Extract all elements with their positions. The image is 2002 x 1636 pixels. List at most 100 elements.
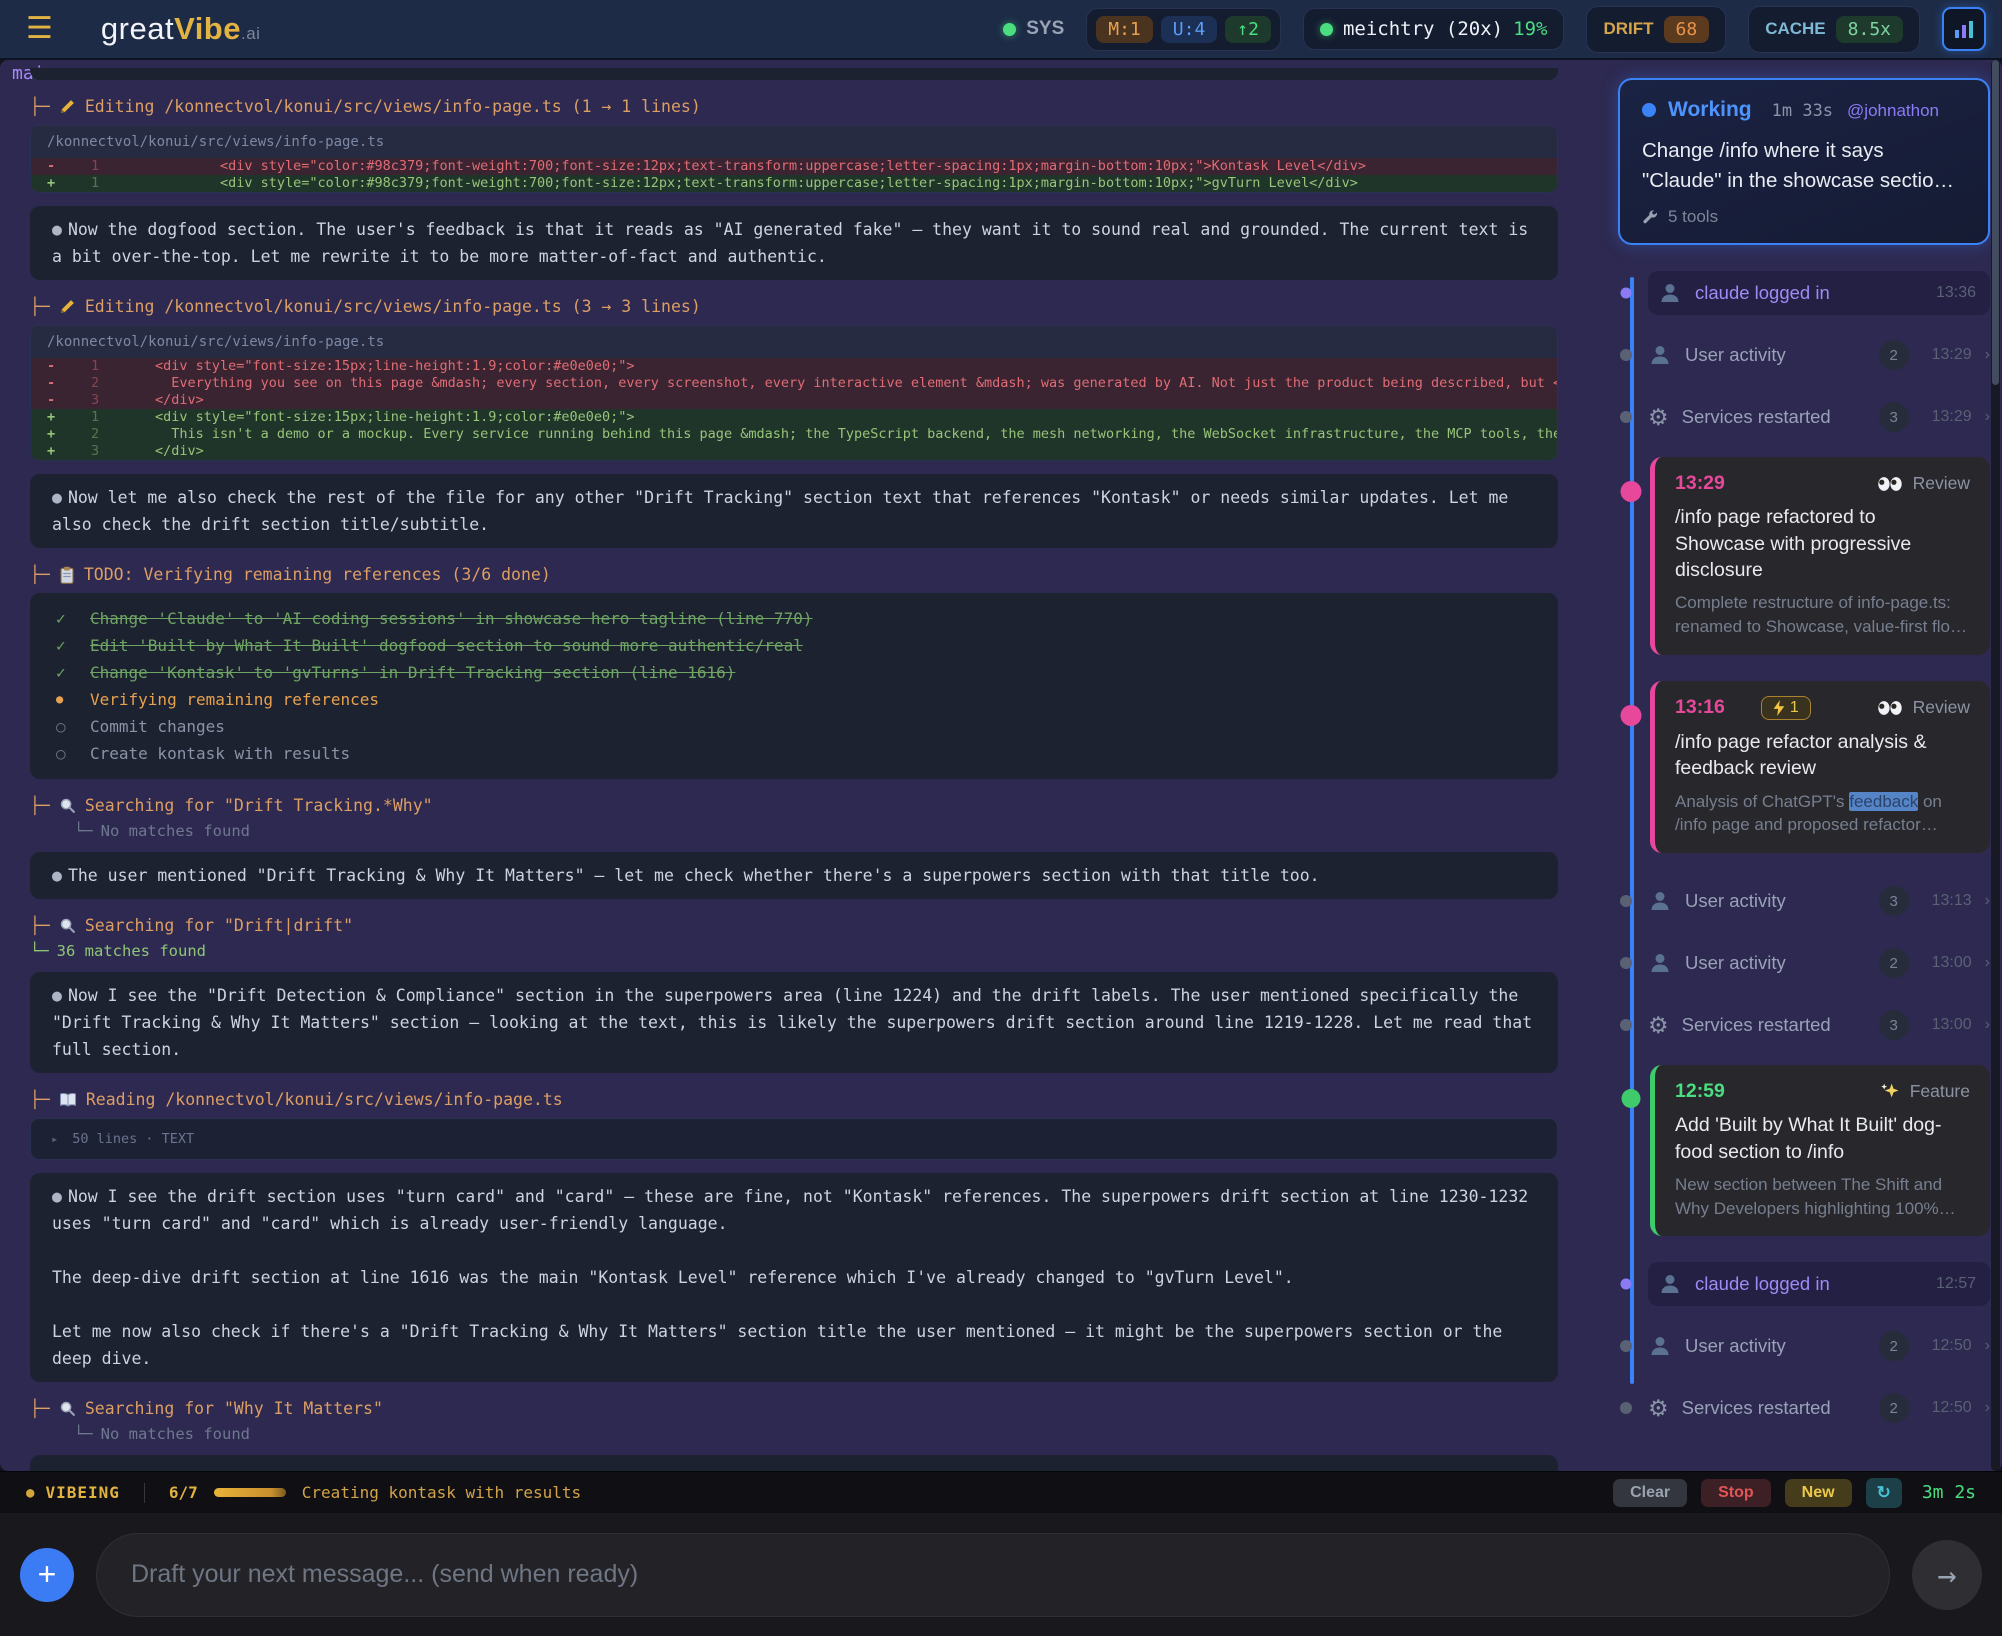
event-user-activity[interactable]: User activity 2 13:00 › <box>1648 941 1990 985</box>
eyes-icon <box>1877 476 1903 492</box>
tool-header-edit-1[interactable]: ├─ Editing /konnectvol/konui/src/views/i… <box>30 97 1558 116</box>
person-icon <box>1648 951 1672 975</box>
person-icon <box>1648 1334 1672 1358</box>
todo-text: Create kontask with results <box>90 740 350 767</box>
search-header-2[interactable]: ├─ Searching for "Drift|drift" <box>30 916 1558 935</box>
event-count-badge: 2 <box>1879 1331 1909 1361</box>
eyes-icon <box>1877 700 1903 716</box>
event-card-title: /info page refactored to Showcase with p… <box>1675 504 1970 583</box>
divider <box>144 1483 145 1503</box>
paragraph-gap <box>52 1237 1536 1264</box>
reading-header[interactable]: ├─ Reading /konnectvol/konui/src/views/i… <box>30 1090 1558 1109</box>
timeline-dot <box>1622 1089 1641 1108</box>
drift-value: 68 <box>1664 16 1710 43</box>
cache-chip[interactable]: CACHE 8.5x <box>1748 6 1920 53</box>
refresh-button[interactable]: ↻ <box>1866 1478 1902 1508</box>
search-icon <box>59 797 76 814</box>
step-counter: 6/7 <box>169 1483 198 1502</box>
todo-text: Change 'Claude' to 'AI coding sessions' … <box>90 605 812 632</box>
diff-block-1: /konnectvol/konui/src/views/info-page.ts… <box>30 125 1558 193</box>
drift-chip[interactable]: DRIFT 68 <box>1586 6 1726 53</box>
chevron-right-icon: › <box>1985 1337 1990 1355</box>
branch-pill-group[interactable]: main M:1 U:4 ↑2 <box>1086 8 1281 51</box>
current-task-label: Creating kontask with results <box>302 1483 581 1502</box>
search-header-1[interactable]: ├─ Searching for "Drift Tracking.*Why" <box>30 796 1558 815</box>
tool-header-edit-2[interactable]: ├─ Editing /konnectvol/konui/src/views/i… <box>30 297 1558 316</box>
event-card-tag: Review <box>1913 473 1970 494</box>
message-bullet: ● <box>52 488 62 507</box>
diff-row: -1 <div style="color:#98c379;font-weight… <box>31 158 1557 175</box>
chart-panel-button[interactable] <box>1942 7 1986 51</box>
event-claude-login[interactable]: claude logged in 13:36 <box>1648 271 1990 315</box>
add-attachment-button[interactable]: + <box>20 1548 74 1602</box>
assistant-message: ●Now the dogfood section. The user's fee… <box>30 206 1558 280</box>
diff-text: </div> <box>155 443 1557 460</box>
vibeing-label: VIBEING <box>45 1483 119 1502</box>
chevron-right-icon: › <box>1985 954 1990 972</box>
logo-part1: great <box>101 11 174 46</box>
up-count-pill[interactable]: ↑2 <box>1225 16 1271 43</box>
todo-item-done: ✓Edit 'Built by What It Built' dogfood s… <box>56 632 1532 659</box>
tool-header-label: Editing /konnectvol/konui/src/views/info… <box>85 97 701 116</box>
event-card-title: Add 'Built by What It Built' dog-food se… <box>1675 1112 1970 1165</box>
working-task-card[interactable]: Working 1m 33s @johnathon Change /info w… <box>1618 78 1990 245</box>
event-services-restarted[interactable]: ⚙ Services restarted 2 12:50 › <box>1648 1386 1990 1430</box>
event-user-activity[interactable]: User activity 2 12:50 › <box>1648 1324 1990 1368</box>
send-button[interactable]: → <box>1912 1540 1982 1610</box>
todo-header[interactable]: ├─ TODO: Verifying remaining references … <box>30 565 1558 584</box>
event-user-activity[interactable]: User activity 3 13:13 › <box>1648 879 1990 923</box>
message-text: Now the dogfood section. The user's feed… <box>52 220 1528 266</box>
event-time: 13:13 <box>1932 892 1972 910</box>
event-services-restarted[interactable]: ⚙ Services restarted 3 13:29 › <box>1648 395 1990 439</box>
book-icon <box>59 1092 77 1108</box>
pending-circle-icon: ○ <box>56 740 74 767</box>
event-services-restarted[interactable]: ⚙ Services restarted 3 13:00 › <box>1648 1003 1990 1047</box>
message-input-container[interactable] <box>96 1533 1890 1617</box>
scrollbar-thumb[interactable] <box>1992 60 1999 385</box>
event-user-activity[interactable]: User activity 2 13:29 › <box>1648 333 1990 377</box>
search-result-text: 36 matches found <box>57 942 206 960</box>
working-duration: 1m 33s <box>1772 101 1833 121</box>
m-count-pill[interactable]: M:1 <box>1096 16 1153 43</box>
vibeing-dot: ● <box>26 1485 35 1501</box>
timeline-dot <box>1620 1402 1632 1414</box>
clear-button[interactable]: Clear <box>1613 1479 1687 1507</box>
user-session-chip[interactable]: meichtry (20x) 19% <box>1303 8 1564 50</box>
diff-line-number: 1 <box>91 158 155 175</box>
timeline-line <box>1630 277 1634 1384</box>
check-icon: ✓ <box>56 632 74 659</box>
reading-collapsed-block[interactable]: ▸ 50 lines · TEXT <box>30 1118 1558 1160</box>
u-count-pill[interactable]: U:4 <box>1161 16 1218 43</box>
message-input[interactable] <box>131 1560 1855 1589</box>
working-tools-count: 5 tools <box>1668 207 1718 227</box>
chevron-right-icon: › <box>1985 1399 1990 1417</box>
review-card-1329[interactable]: 13:29 Review /info page refactored to Sh… <box>1650 457 1990 655</box>
gear-icon: ⚙ <box>1648 1014 1669 1037</box>
menu-icon[interactable]: ☰ <box>26 14 53 44</box>
sparkles-icon <box>1880 1082 1900 1102</box>
diff-sign: - <box>31 158 91 175</box>
plus-icon: + <box>38 1556 57 1593</box>
search-header-label: Searching for "Why It Matters" <box>85 1399 383 1418</box>
stop-button[interactable]: Stop <box>1701 1479 1771 1507</box>
event-claude-login[interactable]: claude logged in 12:57 <box>1648 1262 1990 1306</box>
timeline-dot <box>1621 705 1642 726</box>
todo-item-done: ✓Change 'Kontask' to 'gvTurns' in Drift … <box>56 659 1532 686</box>
scrollbar-track[interactable] <box>1991 60 2000 1471</box>
tree-branch-glyph: ├─ <box>30 796 50 815</box>
tree-corner-glyph: └─ <box>74 822 93 840</box>
tree-branch-glyph: ├─ <box>30 97 50 116</box>
search-header-3[interactable]: ├─ Searching for "Why It Matters" <box>30 1399 1558 1418</box>
reading-header-label: Reading /konnectvol/konui/src/views/info… <box>86 1090 563 1109</box>
review-card-1316[interactable]: 13:16 1 Review /info page refactor analy… <box>1650 681 1990 853</box>
gear-icon: ⚙ <box>1648 406 1669 429</box>
feature-card-1259[interactable]: 12:59 Feature Add 'Built by What It Buil… <box>1650 1065 1990 1236</box>
diff-text: Everything you see on this page &mdash; … <box>155 375 1557 392</box>
event-count-badge: 3 <box>1879 402 1909 432</box>
new-button[interactable]: New <box>1785 1479 1852 1507</box>
message-bullet: ● <box>52 220 62 239</box>
tree-branch-glyph: ├─ <box>30 297 50 316</box>
chart-icon <box>1952 17 1976 41</box>
working-task-title: Change /info where it says "Claude" in t… <box>1642 136 1966 195</box>
assistant-message: ●The user mentioned "Drift Tracking & Wh… <box>30 852 1558 899</box>
